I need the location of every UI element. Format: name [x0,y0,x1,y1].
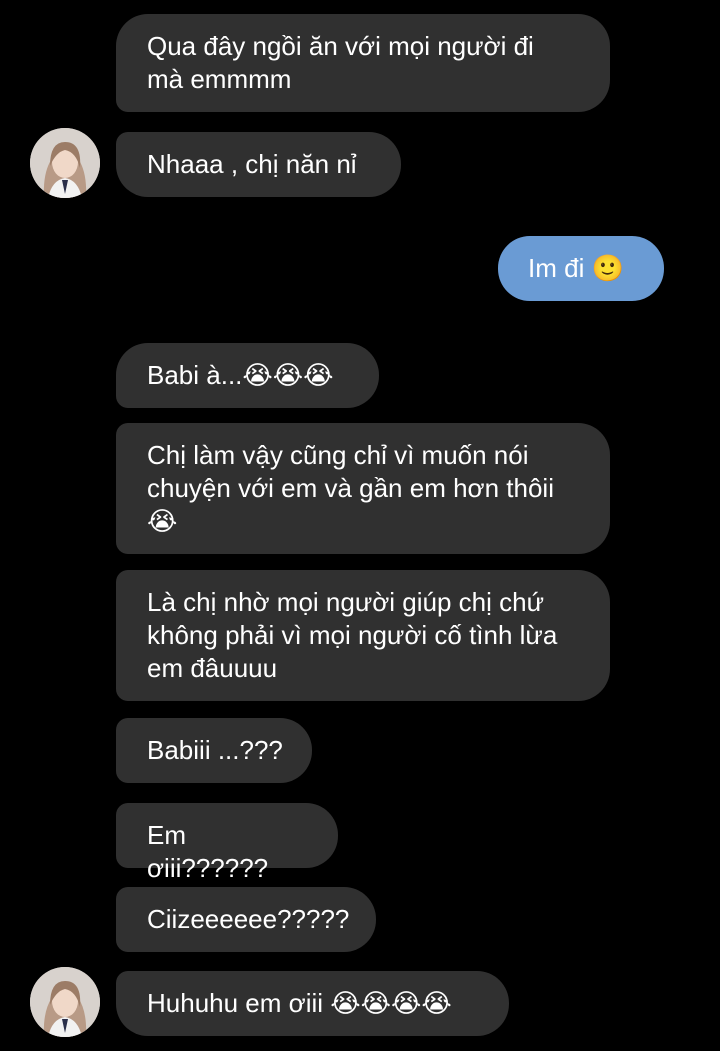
message-bubble-incoming[interactable]: Em ơiii?????? [116,803,338,883]
message-bubble-incoming[interactable]: Babi à...😭😭😭 [116,343,379,408]
contact-avatar[interactable] [30,128,100,198]
contact-avatar[interactable] [30,967,100,1037]
message-bubble-outgoing[interactable]: Im đi 🙂 [498,236,664,301]
message-bubble-incoming[interactable]: Ciizeeeeee????? [116,887,376,952]
message-bubble-incoming[interactable]: Qua đây ngồi ăn với mọi người đi mà emmm… [116,14,610,112]
message-bubble-incoming[interactable]: Nhaaa , chị năn nỉ [116,132,401,197]
message-bubble-incoming[interactable]: Là chị nhờ mọi người giúp chị chứ không … [116,570,610,701]
message-bubble-incoming[interactable]: Babiii ...??? [116,718,312,783]
message-bubble-incoming[interactable]: Chị làm vậy cũng chỉ vì muốn nói chuyện … [116,423,610,554]
message-bubble-incoming[interactable]: Huhuhu em ơiii 😭😭😭😭 [116,971,509,1036]
